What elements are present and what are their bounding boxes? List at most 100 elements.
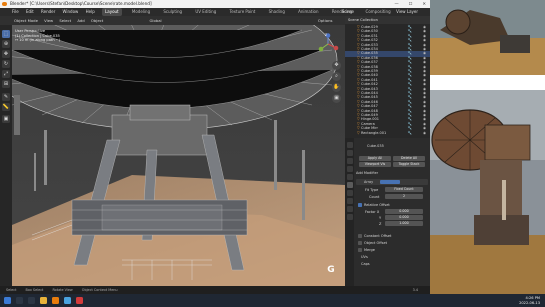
data-tab-icon[interactable] bbox=[346, 206, 353, 212]
start-icon[interactable] bbox=[4, 297, 11, 304]
reference-images-panel bbox=[430, 0, 545, 294]
view-menu[interactable]: View bbox=[44, 18, 53, 23]
tab-compositing[interactable]: Compositing bbox=[363, 8, 394, 16]
relative-offset-checkbox[interactable] bbox=[358, 203, 362, 207]
constraints-tab-icon[interactable] bbox=[346, 198, 353, 204]
cursor-tool-icon[interactable]: ⊕ bbox=[2, 40, 10, 48]
modifier-name: Array bbox=[364, 180, 374, 184]
tool-shelf: ⬚ ⊕ ✥ ↻ ⤢ ⊞ ✎ 📏 ▣ bbox=[0, 25, 12, 286]
minimize-button[interactable]: — bbox=[395, 0, 399, 8]
gizmo-z-label: Z bbox=[324, 33, 327, 37]
pan-view-icon[interactable]: ✥ bbox=[332, 61, 341, 70]
task-view-icon[interactable] bbox=[28, 297, 35, 304]
camera-view-icon[interactable]: ▣ bbox=[332, 94, 341, 103]
factor-x-field[interactable]: 0.000 bbox=[385, 209, 423, 214]
modifier-icon[interactable]: 🔧 bbox=[408, 131, 412, 136]
tab-sculpting[interactable]: Sculpting bbox=[160, 8, 185, 16]
tab-layout[interactable]: Layout bbox=[102, 8, 122, 16]
tab-animation[interactable]: Animation bbox=[295, 8, 321, 16]
tool-tab-icon[interactable] bbox=[346, 142, 353, 148]
app-icon[interactable] bbox=[76, 297, 83, 304]
caps-section[interactable]: Caps bbox=[361, 262, 370, 266]
scene-render bbox=[12, 25, 345, 286]
add-modifier-button[interactable]: Add Modifier bbox=[356, 171, 378, 175]
factor-x-label: Factor X bbox=[365, 210, 380, 214]
menubar: File Edit Render Window Help Layout Mode… bbox=[0, 8, 430, 16]
search-icon[interactable] bbox=[16, 297, 23, 304]
tab-uv-editing[interactable]: UV Editing bbox=[192, 8, 219, 16]
modifier-tab-icon[interactable] bbox=[346, 182, 353, 188]
modifier-visibility-toggles[interactable] bbox=[380, 179, 400, 185]
tab-texture-paint[interactable]: Texture Paint bbox=[227, 8, 259, 16]
move-view-icon[interactable]: ✋ bbox=[332, 83, 341, 92]
zoom-view-icon[interactable]: ⌕ bbox=[332, 72, 341, 81]
output-tab-icon[interactable] bbox=[346, 158, 353, 164]
add-cube-tool-icon[interactable]: ▣ bbox=[2, 115, 10, 123]
viewport-header: Object Mode View Select Add Object Globa… bbox=[0, 16, 345, 25]
factor-z-field[interactable]: 1.000 bbox=[385, 221, 423, 226]
properties-panel: Cube.035 Apply All Delete All Viewport V… bbox=[345, 138, 430, 286]
scene-tab-icon[interactable] bbox=[346, 166, 353, 172]
visibility-eye-icon[interactable]: ◉ bbox=[423, 131, 426, 136]
scale-tool-icon[interactable]: ⤢ bbox=[2, 70, 10, 78]
uvs-section[interactable]: UVs bbox=[361, 255, 368, 259]
outliner-row[interactable]: ▽ Rectangle.001 🔧 ◉ bbox=[345, 131, 430, 136]
rotate-tool-icon[interactable]: ↻ bbox=[2, 60, 10, 68]
add-menu[interactable]: Add bbox=[77, 18, 84, 23]
merge-label: Merge bbox=[364, 247, 375, 252]
delete-all-button[interactable]: Delete All bbox=[393, 156, 425, 161]
measure-tool-icon[interactable]: 📏 bbox=[2, 103, 10, 111]
menu-window[interactable]: Window bbox=[63, 9, 79, 14]
tab-shading[interactable]: Shading bbox=[266, 8, 288, 16]
outliner-header: Scene Collection bbox=[345, 16, 430, 24]
status-bar: Select Box Select Rotate View Object Con… bbox=[0, 286, 430, 294]
3d-viewport[interactable]: User Perspective (1) Collection | Cube.0… bbox=[12, 25, 345, 286]
mode-dropdown[interactable]: Object Mode bbox=[14, 18, 38, 23]
menu-help[interactable]: Help bbox=[86, 9, 95, 14]
apply-all-button[interactable]: Apply All bbox=[359, 156, 391, 161]
count-field[interactable]: 2 bbox=[385, 194, 423, 199]
file-explorer-icon[interactable] bbox=[40, 297, 47, 304]
material-tab-icon[interactable] bbox=[346, 214, 353, 220]
menu-edit[interactable]: Edit bbox=[26, 9, 34, 14]
fit-type-dropdown[interactable]: Fixed Count bbox=[385, 187, 423, 192]
object-menu[interactable]: Object bbox=[91, 18, 103, 23]
close-button[interactable]: ✕ bbox=[422, 0, 426, 8]
maximize-button[interactable]: ☐ bbox=[409, 0, 413, 8]
object-offset-label: Object Offset bbox=[364, 240, 388, 245]
view-layer-selector[interactable]: View Layer bbox=[396, 8, 418, 16]
transform-tool-icon[interactable]: ⊞ bbox=[2, 80, 10, 88]
constant-offset-checkbox[interactable] bbox=[358, 234, 362, 238]
object-name: Cube.035 bbox=[367, 144, 384, 148]
clock[interactable]: 4:26 PM 2022-06-13 bbox=[519, 296, 540, 306]
object-offset-checkbox[interactable] bbox=[358, 241, 362, 245]
viewport-info: User Perspective (1) Collection | Cube.0… bbox=[15, 29, 60, 43]
move-tool-icon[interactable]: ✥ bbox=[2, 50, 10, 58]
navigation-gizmo[interactable] bbox=[317, 33, 339, 55]
menu-render[interactable]: Render bbox=[41, 9, 55, 14]
scene-selector[interactable]: Scene bbox=[342, 8, 354, 16]
merge-checkbox[interactable] bbox=[358, 248, 362, 252]
clock-date: 2022-06-13 bbox=[519, 300, 540, 305]
relative-offset-label: Relative Offset bbox=[364, 202, 390, 207]
tab-modeling[interactable]: Modeling bbox=[129, 8, 153, 16]
viewport-vis-button[interactable]: Viewport Vis bbox=[359, 162, 391, 167]
menu-file[interactable]: File bbox=[12, 9, 19, 14]
windows-taskbar: 4:26 PM 2022-06-13 bbox=[0, 294, 545, 307]
browser-icon[interactable] bbox=[64, 297, 71, 304]
options-menu[interactable]: Options bbox=[318, 18, 333, 23]
toggle-stack-button[interactable]: Toggle Stack bbox=[393, 162, 425, 167]
select-tool-icon[interactable]: ⬚ bbox=[2, 30, 10, 38]
render-tab-icon[interactable] bbox=[346, 150, 353, 156]
factor-z-label: Z bbox=[379, 222, 382, 226]
array-modifier-header[interactable]: Array bbox=[356, 179, 428, 185]
factor-y-field[interactable]: 0.000 bbox=[385, 215, 423, 220]
window-titlebar: Blender* [C:\Users\Stefan\Desktop\Course… bbox=[0, 0, 430, 8]
annotate-tool-icon[interactable]: ✎ bbox=[2, 93, 10, 101]
transform-orientation-dropdown[interactable]: Global bbox=[149, 18, 161, 23]
select-menu[interactable]: Select bbox=[59, 18, 71, 23]
object-tab-icon[interactable] bbox=[346, 174, 353, 180]
physics-tab-icon[interactable] bbox=[346, 190, 353, 196]
blender-taskbar-icon[interactable] bbox=[52, 297, 59, 304]
status-box-select: Box Select bbox=[25, 288, 44, 292]
